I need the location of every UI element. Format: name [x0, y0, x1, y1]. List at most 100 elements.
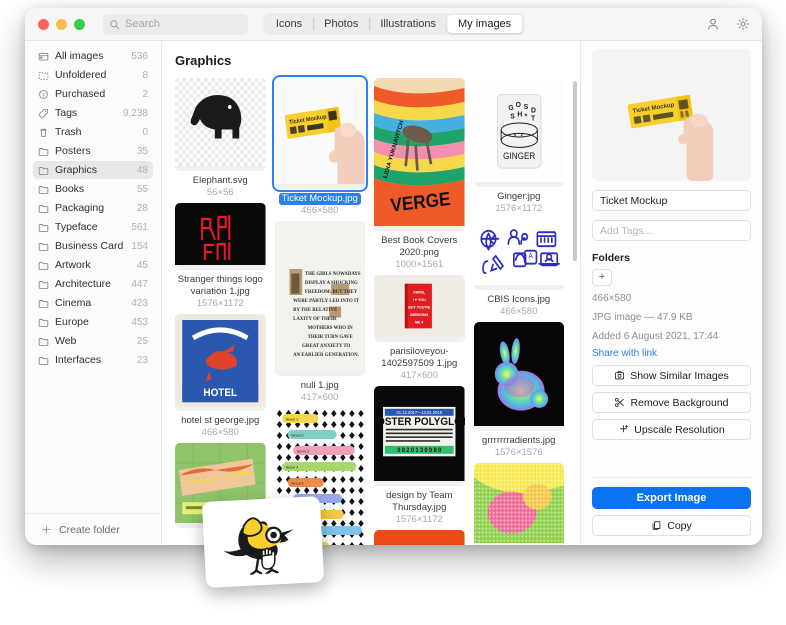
- inspector-panel: Ticket Mockup Ticket Mockup Add Tags... …: [580, 41, 762, 545]
- sidebar-item-count: 28: [136, 202, 148, 214]
- add-to-folder-button[interactable]: +: [592, 269, 612, 286]
- image-filename: design by Team Thursday.jpg: [386, 490, 453, 513]
- minimize-window-button[interactable]: [56, 18, 67, 30]
- svg-text:D: D: [531, 106, 536, 114]
- image-card[interactable]: Elephant.svg 56×56: [175, 78, 266, 199]
- sidebar-item-cinema[interactable]: Cinema 423: [33, 294, 153, 312]
- traffic-lights: [38, 18, 85, 30]
- add-tags-field[interactable]: Add Tags...: [592, 220, 751, 241]
- image-filetype-size: JPG image — 47.9 KB: [592, 312, 693, 323]
- sidebar-item-count: 25: [136, 335, 148, 347]
- account-icon[interactable]: [706, 17, 720, 31]
- tab-icons[interactable]: Icons: [265, 15, 313, 33]
- image-card[interactable]: grrrrrrradients.jpg 1576×1576: [473, 322, 564, 459]
- thumbnail-art: ABCDEFG: [374, 530, 465, 545]
- sidebar-item-web[interactable]: Web 25: [33, 332, 153, 350]
- image-card[interactable]: 01.12.2017—13.01.2018 POSTER POLYGLOT 0 …: [374, 386, 465, 526]
- sidebar-item-label: Typeface: [55, 221, 98, 233]
- close-window-button[interactable]: [38, 18, 49, 30]
- image-thumbnail[interactable]: [473, 463, 564, 545]
- sidebar-item-label: Posters: [55, 145, 91, 157]
- tab-illustrations[interactable]: Illustrations: [369, 15, 447, 33]
- sidebar-item-books[interactable]: Books 55: [33, 180, 153, 198]
- sidebar-item-artwork[interactable]: Artwork 45: [33, 256, 153, 274]
- image-card[interactable]: PARIS, I ♥ YOU BUT YOU'RE BRINGING ME ♥ pari…: [374, 275, 465, 382]
- copy-icon: [652, 521, 661, 530]
- sidebar-item-label: Books: [55, 183, 85, 195]
- remove-background-button[interactable]: Remove Background: [592, 392, 751, 413]
- svg-text:PARIS,: PARIS,: [413, 290, 425, 294]
- sidebar-item-trash[interactable]: Trash 0: [33, 123, 153, 141]
- tab-my-images[interactable]: My images: [447, 15, 523, 33]
- images-icon: [38, 52, 49, 61]
- image-thumbnail[interactable]: A: [473, 219, 564, 290]
- image-thumbnail[interactable]: HOTEL: [175, 314, 266, 411]
- upscale-resolution-button[interactable]: Upscale Resolution: [592, 419, 751, 440]
- sidebar-item-unfoldered[interactable]: Unfoldered 8: [33, 66, 153, 84]
- image-thumbnail[interactable]: 01.12.2017—13.01.2018 POSTER POLYGLOT 0 …: [374, 386, 465, 486]
- thumbnail-art: [175, 78, 266, 166]
- svg-text:ME ♥: ME ♥: [415, 320, 424, 324]
- image-card[interactable]: VERGE LIDIA YUKNAVITCH Best Book Covers 2…: [374, 78, 465, 271]
- folder-icon: [38, 166, 49, 175]
- sidebar-item-posters[interactable]: Posters 35: [33, 142, 153, 160]
- sidebar-item-tags[interactable]: Tags 9,238: [33, 104, 153, 122]
- image-thumbnail[interactable]: VERGE LIDIA YUKNAVITCH: [374, 78, 465, 231]
- image-thumbnail[interactable]: [473, 322, 564, 431]
- image-thumbnail[interactable]: [175, 203, 266, 270]
- dragged-image-card[interactable]: [201, 495, 325, 589]
- image-filename: hotel st george.jpg: [181, 415, 260, 426]
- svg-text:GINGER: GINGER: [503, 151, 535, 161]
- preview-thumbnail: Ticket Mockup: [592, 49, 751, 181]
- sidebar-item-architecture[interactable]: Architecture 447: [33, 275, 153, 293]
- image-thumbnail[interactable]: Ticket Mockup: [271, 75, 368, 192]
- thumbnail-art: [175, 203, 266, 265]
- sidebar-item-count: 9,238: [122, 107, 148, 119]
- sidebar-item-typeface[interactable]: Typeface 561: [33, 218, 153, 236]
- svg-text:H: H: [517, 110, 522, 118]
- sidebar-item-graphics[interactable]: Graphics 48: [33, 161, 153, 179]
- thumbnail-art: Ticket Mockup: [274, 78, 365, 186]
- sidebar-item-packaging[interactable]: Packaging 28: [33, 199, 153, 217]
- maximize-window-button[interactable]: [74, 18, 85, 30]
- folders-section-label: Folders: [592, 252, 630, 264]
- image-card[interactable]: Stranger things logo variation 1.jpg 1576…: [175, 203, 266, 310]
- show-similar-images-button[interactable]: Show Similar Images: [592, 365, 751, 386]
- tab-photos[interactable]: Photos: [313, 15, 369, 33]
- svg-text:BRINGING: BRINGING: [410, 313, 428, 317]
- sidebar-item-europe[interactable]: Europe 453: [33, 313, 153, 331]
- image-thumbnail[interactable]: ABCDEFG: [374, 530, 465, 545]
- gear-icon[interactable]: [736, 17, 750, 31]
- remove-background-label: Remove Background: [630, 396, 729, 409]
- image-card[interactable]: GOSD S H * T GINGER Ginger.jpg 1576×1172: [473, 78, 564, 215]
- image-thumbnail[interactable]: GOSD S H * T GINGER: [473, 78, 564, 187]
- titlebar: Search Icons Photos Illustrations My ima…: [25, 8, 762, 41]
- image-card[interactable]: ABCDEFG: [374, 530, 465, 545]
- svg-text:Seoul 1: Seoul 1: [285, 417, 297, 421]
- grid-scrollbar[interactable]: [573, 81, 577, 261]
- tab-bar: Icons Photos Illustrations My images: [262, 13, 525, 35]
- image-thumbnail[interactable]: PARIS, I ♥ YOU BUT YOU'RE BRINGING ME ♥: [374, 275, 465, 342]
- sidebar-item-label: Business Card: [55, 240, 124, 252]
- sidebar-item-business-card[interactable]: Business Card 154: [33, 237, 153, 255]
- image-added-date: Added 6 August 2021, 17:44: [592, 331, 719, 342]
- image-card[interactable]: THE GIRLS NOWADAYS DISPLAY A SHOCKING FRE…: [274, 221, 365, 404]
- image-card[interactable]: A CBIS Icons.jpg 466×580: [473, 219, 564, 318]
- sidebar-item-count: 2: [142, 88, 148, 100]
- share-with-link[interactable]: Share with link: [592, 348, 751, 359]
- image-thumbnail[interactable]: [175, 78, 266, 171]
- image-card[interactable]: HOTEL hotel st george.jpg 466×580: [175, 314, 266, 439]
- image-thumbnail[interactable]: THE GIRLS NOWADAYS DISPLAY A SHOCKING FRE…: [274, 221, 365, 376]
- export-image-button[interactable]: Export Image: [592, 487, 751, 509]
- sidebar-item-count: 561: [131, 221, 148, 233]
- search-input[interactable]: Search: [103, 13, 248, 35]
- sidebar-item-purchased[interactable]: $ Purchased 2: [33, 85, 153, 103]
- create-folder-button[interactable]: Create folder: [25, 513, 161, 545]
- sidebar-item-label: Trash: [55, 126, 82, 138]
- image-card[interactable]: [473, 463, 564, 545]
- sidebar-item-interfaces[interactable]: Interfaces 23: [33, 351, 153, 369]
- copy-button[interactable]: Copy: [592, 515, 751, 536]
- image-title-field[interactable]: Ticket Mockup: [592, 190, 751, 211]
- image-card[interactable]: Ticket Mockup Ticket Mockup.jpg 466×580: [271, 75, 368, 217]
- sidebar-item-all-images[interactable]: All images 536: [33, 47, 153, 65]
